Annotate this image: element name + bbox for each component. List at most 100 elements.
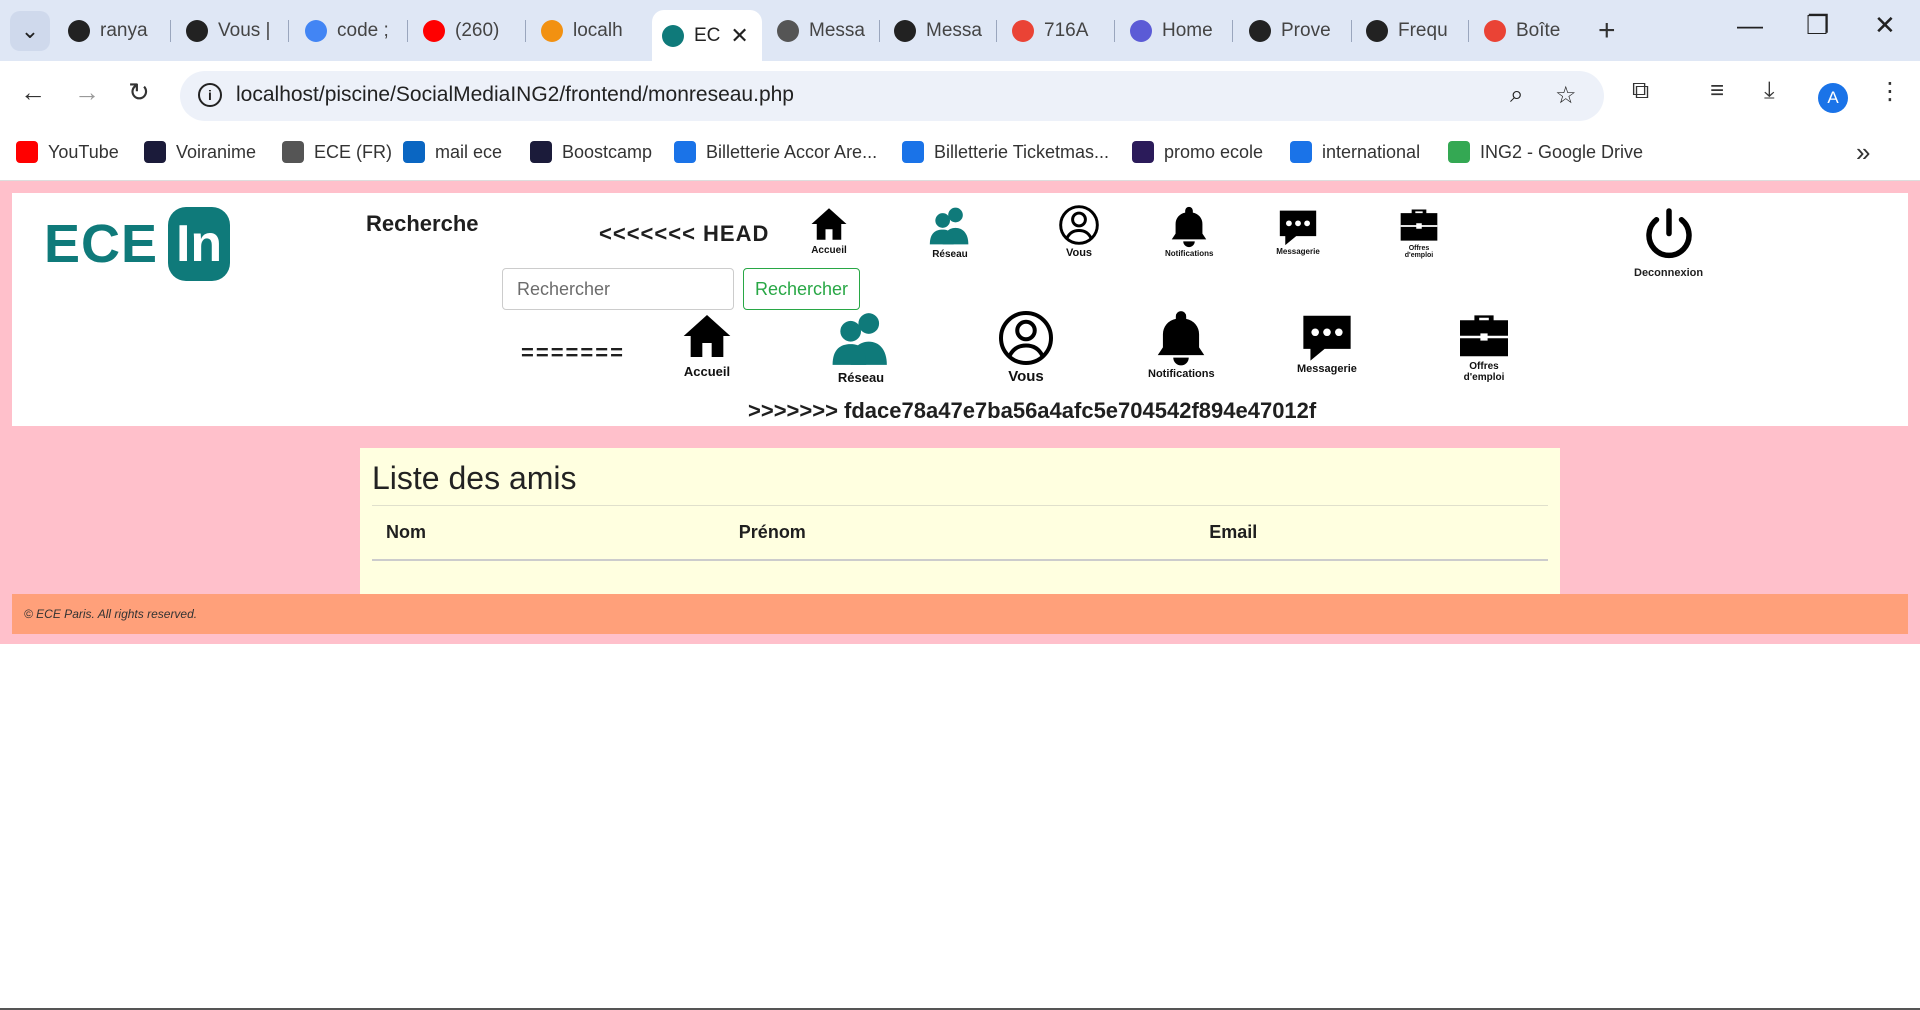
profile-icon	[999, 311, 1053, 365]
browser-tab[interactable]: Messa	[884, 12, 992, 50]
user-icon	[1130, 20, 1152, 42]
browser-tab[interactable]: code ;	[295, 12, 403, 50]
browser-tab[interactable]: Vous |	[176, 12, 284, 50]
browser-tab[interactable]: localh	[531, 12, 639, 50]
tab-separator	[996, 20, 997, 42]
tab-label: code ;	[337, 20, 389, 41]
bookmarks-bar: YouTube Voiranime ECE (FR) mail ece Boostcam…	[0, 127, 1920, 181]
table-header-row: Nom Prénom Email	[372, 506, 1548, 561]
bookmark-item[interactable]: promo ecole	[1132, 141, 1263, 163]
bell-icon	[1171, 206, 1207, 248]
bookmark-label: ING2 - Google Drive	[1480, 141, 1644, 162]
media-control-icon[interactable]: ≡	[1710, 77, 1724, 105]
gmail-icon	[1012, 20, 1034, 42]
merge-conflict-end: >>>>>>> fdace78a47e7ba56a4afc5e704542f89…	[748, 398, 1317, 423]
nav-messagerie-small[interactable]: Messagerie	[1276, 207, 1320, 256]
nav-offres[interactable]: Offres d'emploi	[1454, 313, 1514, 383]
nav-reseau-small[interactable]: Réseau	[928, 203, 972, 260]
openai-icon	[894, 20, 916, 42]
url-text[interactable]: localhost/piscine/SocialMediaING2/fronte…	[236, 83, 794, 107]
logout-button[interactable]: Deconnexion	[1634, 205, 1703, 279]
tab-search-button[interactable]: ⌄	[10, 11, 50, 51]
tab-separator	[1114, 20, 1115, 42]
nav-reseau[interactable]: Réseau	[830, 308, 892, 385]
nav-accueil-small[interactable]: Accueil	[808, 203, 850, 256]
nav-vous[interactable]: Vous	[996, 308, 1056, 385]
merge-conflict-separator: =======	[521, 340, 625, 365]
browser-tab[interactable]: Boîte	[1474, 12, 1582, 50]
ecein-logo[interactable]: ECE In	[44, 207, 231, 281]
tab-separator	[170, 20, 171, 42]
bookmark-item[interactable]: Boostcamp	[530, 141, 652, 163]
back-icon[interactable]: ←	[20, 77, 46, 108]
friends-title: Liste des amis	[372, 460, 1548, 506]
search-input[interactable]	[502, 268, 734, 310]
nav-accueil[interactable]: Accueil	[679, 308, 735, 379]
bookmark-item[interactable]: YouTube	[16, 141, 119, 163]
nav-messagerie[interactable]: Messagerie	[1297, 311, 1357, 375]
youtube-icon	[423, 20, 445, 42]
nav-notifications[interactable]: Notifications	[1148, 306, 1215, 380]
bookmark-label: Boostcamp	[562, 141, 653, 162]
reload-icon[interactable]: ↻	[128, 77, 150, 108]
address-bar[interactable]: i localhost/piscine/SocialMediaING2/fron…	[180, 71, 1604, 121]
bookmark-item[interactable]: ING2 - Google Drive	[1448, 141, 1643, 163]
browser-tab[interactable]: 716A	[1002, 12, 1110, 50]
browser-tab[interactable]: ranya	[58, 12, 166, 50]
nav-offres-small[interactable]: Offres d'emploi	[1394, 207, 1444, 259]
home-icon	[683, 315, 731, 357]
more-bookmarks-icon[interactable]: »	[1856, 137, 1870, 168]
logo-badge: In	[168, 207, 231, 281]
bookmark-item[interactable]: ECE (FR)	[282, 141, 392, 163]
browser-tab[interactable]: Messa	[767, 12, 875, 50]
forward-icon[interactable]: →	[74, 77, 100, 108]
nav-label: Offres d'emploi	[1463, 361, 1505, 383]
close-tab-icon[interactable]: ✕	[730, 23, 748, 49]
site-info-icon[interactable]: i	[198, 83, 222, 107]
network-users-icon	[832, 313, 887, 365]
minimize-icon[interactable]: —	[1737, 10, 1763, 41]
restore-icon[interactable]: ❐	[1806, 10, 1829, 41]
ticket-icon	[902, 141, 924, 163]
extensions-icon[interactable]: ⧉	[1632, 77, 1649, 105]
ecein-icon	[662, 24, 684, 47]
bookmark-label: promo ecole	[1164, 141, 1264, 162]
new-tab-button[interactable]: +	[1598, 14, 1616, 48]
nav-label: Réseau	[932, 249, 968, 260]
nav-label: Messagerie	[1297, 363, 1357, 375]
browser-tab[interactable]: Prove	[1239, 12, 1347, 50]
browser-tab[interactable]: (260)	[413, 12, 521, 50]
download-icon[interactable]: ⤓	[1764, 77, 1775, 105]
silhouette-icon	[1366, 20, 1388, 42]
profile-avatar[interactable]: A	[1818, 83, 1848, 113]
browser-tab[interactable]: Home	[1120, 12, 1228, 50]
bookmark-item[interactable]: Billetterie Accor Are...	[674, 141, 877, 163]
bookmark-label: Voiranime	[176, 141, 257, 162]
nav-vous-small[interactable]: Vous	[1057, 203, 1101, 259]
zoom-icon[interactable]: ⌕	[1510, 81, 1523, 109]
menu-kebab-icon[interactable]: ⋮	[1878, 77, 1902, 106]
briefcase-icon	[1460, 315, 1508, 357]
smiley-icon	[186, 20, 208, 42]
site-header: ECE In Recherche <<<<<<< HEAD Rechercher…	[12, 193, 1908, 426]
close-window-icon[interactable]: ✕	[1874, 10, 1896, 41]
tab-label: Messa	[809, 20, 865, 41]
bookmark-item[interactable]: mail ece	[403, 141, 502, 163]
tab-label: ranya	[100, 20, 148, 41]
tab-label: Messa	[926, 20, 982, 41]
browser-tab[interactable]: Frequ	[1356, 12, 1464, 50]
nav-label: Accueil	[811, 245, 847, 256]
profile-icon	[1059, 205, 1099, 245]
bookmark-item[interactable]: Voiranime	[144, 141, 256, 163]
nav-label: Réseau	[837, 370, 885, 385]
nav-notifications-small[interactable]: Notifications	[1165, 203, 1213, 258]
bookmark-star-icon[interactable]: ☆	[1555, 81, 1577, 110]
nav-label: Vous	[1008, 368, 1044, 385]
browser-tab[interactable]: EC ✕	[652, 10, 762, 61]
search-button[interactable]: Rechercher	[743, 268, 860, 310]
logout-label: Deconnexion	[1634, 267, 1704, 279]
tab-label: EC	[694, 24, 721, 46]
bookmark-item[interactable]: international	[1290, 141, 1420, 163]
tab-separator	[288, 20, 289, 42]
bookmark-item[interactable]: Billetterie Ticketmas...	[902, 141, 1109, 163]
